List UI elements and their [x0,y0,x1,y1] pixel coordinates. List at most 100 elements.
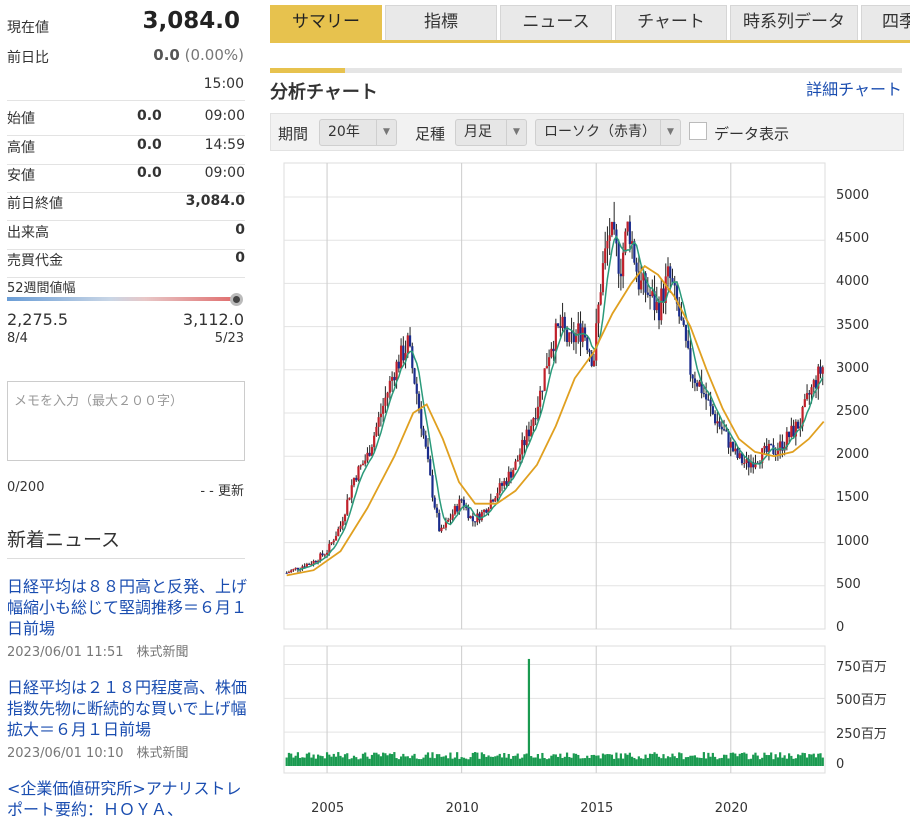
volume-bar [314,758,317,766]
range-low: 2,275.5 [7,310,69,329]
volume-bar [563,756,566,766]
volume-bar [738,753,741,766]
candle-body [375,426,378,436]
news-title[interactable]: 日経平均は２１８円程度高、株価指数先物に断続的な買いで上げ幅拡大＝６月１日前場 [7,677,247,740]
candle-body [447,519,450,522]
price-chart: 0 500 1000 1500 2000 2500 3000 3500 4000 4500 5000… [270,151,910,825]
volume-bar [346,753,349,766]
candle-body [402,345,405,361]
price-tick-label: 5000 [836,188,870,203]
news-item[interactable]: <企業価値研究所>アナリストレポート要約：ＨＯＹＡ、 [7,778,247,820]
candle-body [613,221,616,230]
volume-bar [664,758,667,766]
high-value: 0.0 [137,137,162,153]
volume-bar [382,752,385,766]
volume-bar [561,758,564,766]
candle-body [687,340,690,349]
candle-body [550,348,553,358]
candle-body [725,430,728,432]
news-item[interactable]: 日経平均は８８円高と反発、上げ幅縮小も総じて堅調推移＝６月１日前場 2023/0… [7,576,247,660]
volume-bar [527,658,531,766]
candle-body [727,431,730,448]
volume-bar [693,755,697,766]
candle-body [321,553,324,556]
candle-body [718,421,721,427]
volume-bar [292,757,295,766]
volume-bar [415,758,418,766]
tab-quarterly[interactable]: 四季 [861,5,910,40]
candle-body [330,542,333,544]
volume-bar [592,754,596,766]
candle-body [682,320,685,325]
volume-bar [601,753,605,766]
candle-body [346,499,349,515]
volume-bar [565,752,569,766]
volume-bar [689,755,692,766]
candle-body [357,466,360,481]
candle-body [713,414,717,424]
tab-summary[interactable]: サマリー [270,5,382,40]
volume-bar [500,757,504,766]
volume-bar [303,757,306,766]
candle-body [505,481,508,485]
range-high: 3,112.0 [182,310,244,329]
tab-indicators[interactable]: 指標 [385,5,497,40]
candle-body [812,380,815,388]
candle-body [666,266,670,277]
tab-news[interactable]: ニュース [500,5,612,40]
volume-bar [339,755,342,766]
candle-body [796,421,800,429]
period-select[interactable]: 20年 ▼ [319,119,397,146]
candle-body [456,506,459,512]
volume-bar [397,759,400,766]
volume-bar [579,758,582,766]
volume-bar [671,753,674,766]
candle-body [373,435,376,448]
volume-bar [792,758,795,766]
volume-bar [604,754,607,766]
candle-body [604,248,607,264]
volume-bar [296,752,300,766]
candle-body [453,506,457,515]
candle-body [559,326,562,328]
volume-bar [325,752,329,766]
volume-bar [608,754,611,766]
tab-chart[interactable]: チャート [615,5,727,40]
volume-bar [556,756,560,766]
chart-style-select[interactable]: ローソク（赤青） ▼ [535,119,681,146]
price-tick-label: 4000 [836,274,870,290]
price-tick-label: 2000 [836,447,870,463]
memo-update-button[interactable]: - - 更新 [200,480,244,499]
chart-style-value: ローソク（赤青） [544,124,656,140]
volume-bar [359,758,362,766]
volume-bar [482,754,486,766]
volume-bar [648,753,652,766]
tab-time-series[interactable]: 時系列データ [730,5,858,40]
candle-body [657,302,661,321]
news-title[interactable]: 日経平均は８８円高と反発、上げ幅縮小も総じて堅調推移＝６月１日前場 [7,576,247,639]
candle-body [702,393,705,395]
candle-interval-select[interactable]: 月足 ▼ [455,119,527,146]
candle-body [684,324,688,341]
data-display-checkbox[interactable] [689,122,707,140]
volume-bar [545,759,548,766]
volume-bar [803,753,806,766]
candle-body [570,332,573,334]
candle-body [552,348,555,352]
volume-bar [666,756,670,766]
data-display-label: データ表示 [714,125,790,143]
candle-body [350,485,353,498]
volume-bar [361,753,365,766]
news-title[interactable]: <企業価値研究所>アナリストレポート要約：ＨＯＹＡ、 [7,778,247,820]
low-label: 安値 [7,168,35,184]
memo-input[interactable]: メモを入力（最大２００字） [7,381,245,461]
volume-bar [669,757,672,766]
period-label: 期間 [278,125,309,143]
detail-chart-link[interactable]: 詳細チャート [806,76,902,100]
volume-bar [287,752,291,766]
candle-body [285,572,288,574]
candle-body [386,392,389,398]
news-item[interactable]: 日経平均は２１８円程度高、株価指数先物に断続的な買いで上げ幅拡大＝６月１日前場 … [7,677,247,761]
candle-body [422,428,425,436]
open-time: 09:00 [204,108,245,124]
